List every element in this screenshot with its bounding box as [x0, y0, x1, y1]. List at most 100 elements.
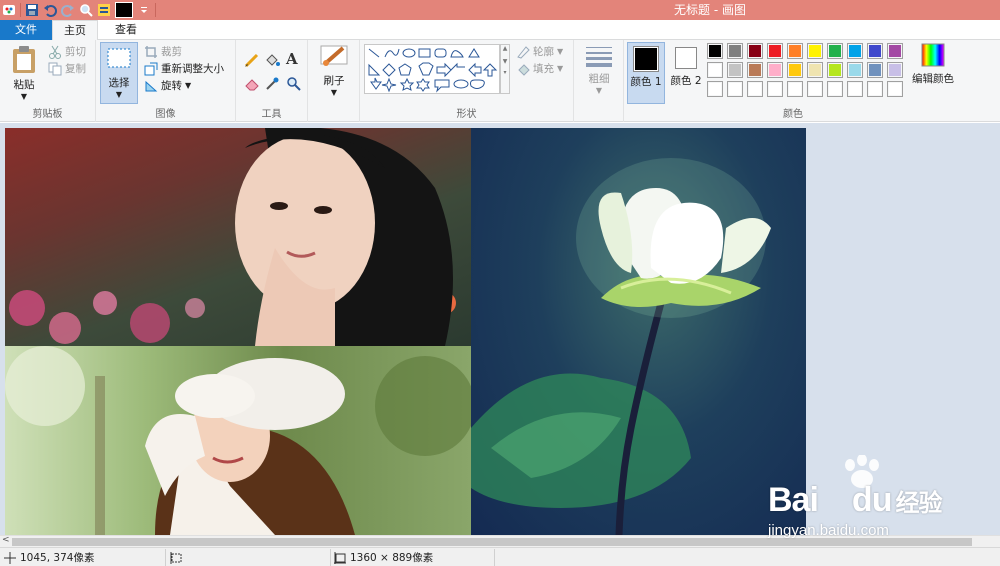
palette-swatch[interactable]: [867, 62, 883, 78]
selection-icon: [170, 551, 182, 564]
size-label: 粗细: [588, 73, 610, 85]
palette-swatch[interactable]: [847, 43, 863, 59]
cut-button[interactable]: 剪切: [48, 44, 86, 59]
colors-group-label: 颜色: [783, 109, 803, 120]
edit-colors-label: 编辑颜色: [912, 73, 954, 85]
color2-button[interactable]: 颜色 2: [667, 42, 705, 104]
palette-swatch[interactable]: [887, 81, 903, 97]
watermark-url: jingyan.baidu.com: [768, 522, 889, 539]
select-button[interactable]: 选择 ▼: [100, 42, 138, 104]
image-size-text: 1360 × 889像素: [350, 552, 434, 564]
cut-label: 剪切: [65, 46, 86, 58]
clipboard-group-label: 剪贴板: [32, 109, 63, 120]
copy-button[interactable]: 复制: [48, 61, 86, 76]
tools-group: A 工具: [236, 40, 308, 122]
chevron-down-icon: ▼: [185, 81, 192, 90]
tab-view[interactable]: 查看: [104, 20, 148, 41]
tab-file[interactable]: 文件: [0, 20, 52, 40]
palette-swatch[interactable]: [727, 62, 743, 78]
pencil-icon[interactable]: [244, 52, 260, 68]
palette-swatch[interactable]: [767, 62, 783, 78]
palette-swatch[interactable]: [767, 81, 783, 97]
magnifier-icon[interactable]: [286, 76, 302, 92]
selection-size: [170, 550, 182, 565]
palette-swatch[interactable]: [827, 43, 843, 59]
color2-swatch: [675, 47, 697, 69]
palette-swatch[interactable]: [827, 81, 843, 97]
palette-swatch[interactable]: [787, 81, 803, 97]
clipboard-group: 粘贴 ▼ 剪切 复制 剪贴板: [0, 40, 96, 122]
palette-swatch[interactable]: [847, 62, 863, 78]
chevron-down-icon: ▼: [557, 64, 564, 73]
text-tool-icon[interactable]: A: [286, 50, 298, 68]
shapes-gallery[interactable]: [364, 44, 500, 94]
scroll-down-icon[interactable]: ▼: [501, 58, 509, 65]
scroll-left-icon[interactable]: <: [2, 535, 10, 545]
palette-swatch[interactable]: [807, 81, 823, 97]
palette-swatch[interactable]: [827, 62, 843, 78]
color1-swatch: [633, 46, 659, 72]
crop-button[interactable]: 裁剪: [144, 44, 182, 59]
resize-button[interactable]: 重新调整大小: [144, 61, 224, 76]
watermark-brand: Bai du 经验: [768, 481, 942, 520]
fill-button[interactable]: 填充 ▼: [516, 61, 563, 76]
shapes-group: ▲ ▼ ▾ 轮廓 ▼ 填充 ▼ 形状: [360, 40, 574, 122]
size-button[interactable]: 粗细 ▼: [580, 44, 618, 95]
palette-swatch[interactable]: [747, 81, 763, 97]
resize-icon: [144, 62, 158, 75]
colors-group: 颜色 1 颜色 2 编辑颜色 颜色: [624, 40, 962, 122]
palette-swatch[interactable]: [807, 62, 823, 78]
outline-button[interactable]: 轮廓 ▼: [516, 44, 563, 59]
palette-swatch[interactable]: [807, 43, 823, 59]
image-size: 1360 × 889像素: [334, 550, 433, 565]
chevron-down-icon: ▼: [115, 90, 123, 99]
crop-icon: [145, 45, 157, 58]
palette-swatch[interactable]: [707, 62, 723, 78]
color-picker-icon[interactable]: [264, 76, 280, 92]
color1-button[interactable]: 颜色 1: [627, 42, 665, 104]
palette-swatch[interactable]: [867, 43, 883, 59]
crop-label: 裁剪: [161, 46, 182, 58]
palette-swatch[interactable]: [707, 43, 723, 59]
tab-home[interactable]: 主页: [52, 20, 98, 41]
outline-icon: [517, 45, 530, 59]
expand-gallery-icon[interactable]: ▾: [501, 69, 509, 76]
scroll-up-icon[interactable]: ▲: [501, 45, 509, 52]
fill-icon: [518, 63, 530, 76]
drawing-canvas[interactable]: [5, 128, 806, 535]
portrait-woman-image: [9, 128, 456, 346]
scissors-icon: [49, 45, 61, 59]
palette-swatch[interactable]: [847, 81, 863, 97]
paste-button[interactable]: 粘贴 ▼: [6, 44, 42, 101]
paintbrush-icon: [320, 45, 348, 66]
eraser-icon[interactable]: [244, 76, 260, 92]
chevron-down-icon: ▼: [557, 47, 564, 56]
watermark-brand-cn: 经验: [895, 490, 942, 517]
brushes-button[interactable]: 刷子 ▼: [316, 42, 352, 97]
palette-swatch[interactable]: [767, 43, 783, 59]
fill-bucket-icon[interactable]: [264, 52, 280, 68]
shapes-group-label: 形状: [456, 109, 477, 120]
rotate-button[interactable]: 旋转 ▼: [144, 78, 191, 93]
palette-swatch[interactable]: [707, 81, 723, 97]
palette-swatch[interactable]: [727, 81, 743, 97]
edit-colors-button[interactable]: 编辑颜色: [908, 42, 958, 86]
palette-swatch[interactable]: [787, 43, 803, 59]
baidu-jingyan-watermark: Bai du 经验 jingyan.baidu.com: [768, 455, 1000, 541]
palette-swatch[interactable]: [747, 62, 763, 78]
palette-swatch[interactable]: [747, 43, 763, 59]
paste-label: 粘贴: [13, 79, 35, 91]
chevron-down-icon: ▼: [595, 86, 603, 95]
palette-swatch[interactable]: [727, 43, 743, 59]
palette-swatch[interactable]: [787, 62, 803, 78]
shapes-scrollbar[interactable]: ▲ ▼ ▾: [500, 44, 510, 94]
palette-swatch[interactable]: [887, 43, 903, 59]
white-lotus-image: [471, 158, 771, 535]
palette-swatch[interactable]: [887, 62, 903, 78]
ribbon: 粘贴 ▼ 剪切 复制 剪贴板 选择 ▼ 裁剪 重新调整大小 旋转 ▼ 图像 A …: [0, 40, 1000, 122]
palette-swatch[interactable]: [867, 81, 883, 97]
girl-beret-image: [5, 346, 471, 535]
photo-girl-beret: [5, 346, 471, 535]
line-thickness-icon: [586, 47, 612, 67]
rotate-label: 旋转: [161, 80, 182, 92]
